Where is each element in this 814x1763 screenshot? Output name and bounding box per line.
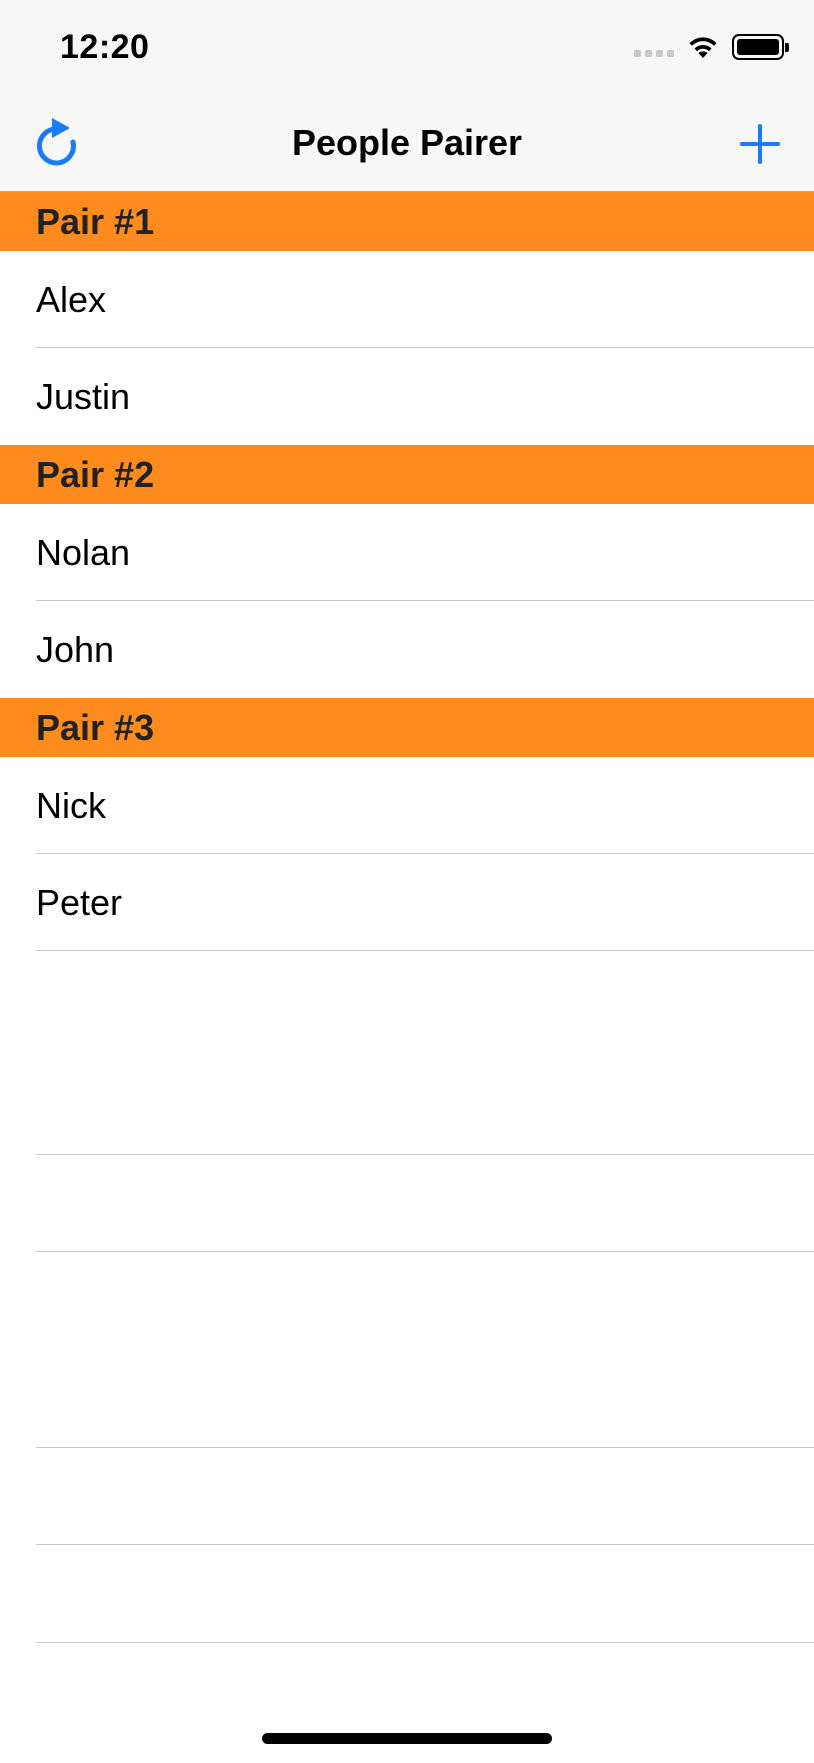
empty-row-separator: [36, 1154, 814, 1155]
status-bar: 12:20: [0, 0, 814, 100]
section-header-pair-1: Pair #1: [0, 192, 814, 251]
plus-icon: [740, 124, 780, 164]
person-row[interactable]: Alex: [0, 251, 814, 348]
section-header-pair-2: Pair #2: [0, 445, 814, 504]
battery-icon: [732, 34, 789, 60]
status-icons: [634, 34, 789, 60]
navigation-bar: People Pairer: [0, 100, 814, 192]
add-person-button[interactable]: [736, 120, 784, 168]
person-row[interactable]: Justin: [0, 348, 814, 445]
pairs-table: Pair #1 Alex Justin Pair #2 Nolan John P…: [0, 192, 814, 951]
page-title: People Pairer: [291, 122, 523, 163]
empty-row-separator: [36, 1544, 814, 1545]
person-row[interactable]: Nick: [0, 757, 814, 854]
person-row[interactable]: John: [0, 601, 814, 698]
home-indicator[interactable]: [262, 1733, 552, 1744]
person-row[interactable]: Peter: [0, 854, 814, 951]
empty-row-separator: [36, 1447, 814, 1448]
person-row[interactable]: Nolan: [0, 504, 814, 601]
wifi-icon: [689, 37, 717, 58]
empty-row-separator: [36, 1642, 814, 1643]
section-header-pair-3: Pair #3: [0, 698, 814, 757]
empty-row-separator: [36, 1251, 814, 1252]
signal-icon: [634, 37, 674, 57]
status-time: 12:20: [60, 28, 150, 66]
